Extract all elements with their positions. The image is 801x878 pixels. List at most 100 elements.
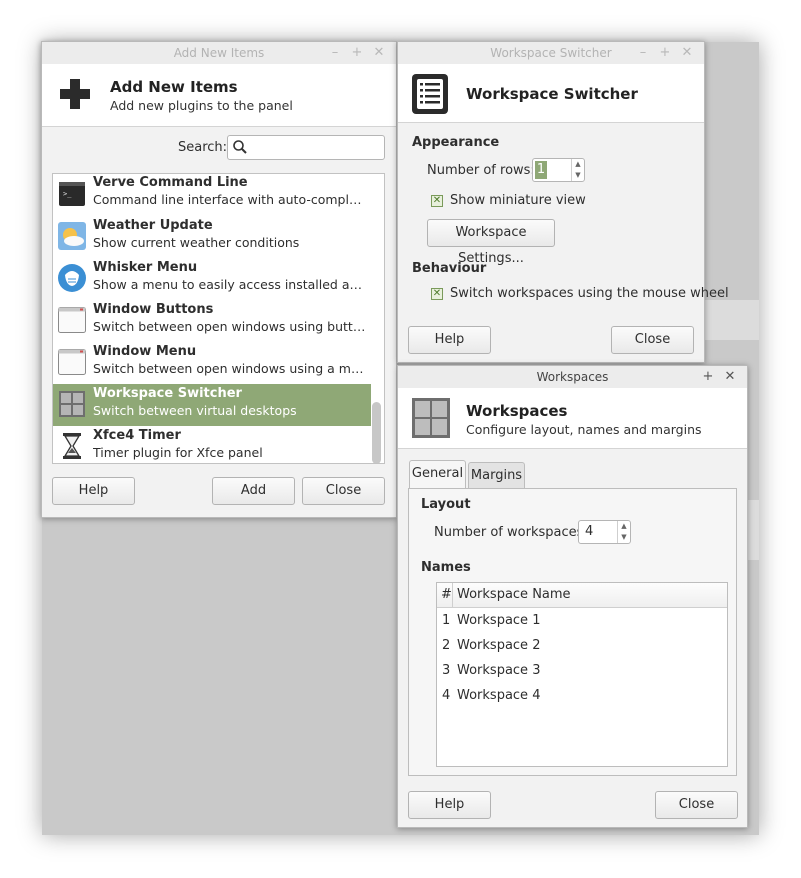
plugin-description: Command line interface with auto-complet… [93, 192, 369, 207]
rows-spin-arrows[interactable]: ▲ ▼ [571, 159, 584, 181]
workspace-switcher-icon [59, 391, 85, 417]
add-new-items-titlebar[interactable]: Add New Items – + ✕ [42, 42, 396, 65]
behaviour-heading: Behaviour [412, 261, 487, 276]
scroll-thumb[interactable] [372, 402, 381, 463]
workspace-names-table[interactable]: # Workspace Name 1 Workspace 1 2 Workspa… [436, 582, 728, 767]
add-plus-icon [60, 79, 90, 109]
mouse-wheel-checkbox[interactable]: ✕ [431, 288, 443, 300]
table-row[interactable]: 2 Workspace 2 [437, 634, 727, 659]
workspace-name[interactable]: Workspace 1 [457, 613, 540, 628]
plugin-name: Verve Command Line [93, 175, 248, 190]
workspace-count-spinner[interactable]: 4 ▲ ▼ [578, 520, 631, 544]
count-spin-arrows[interactable]: ▲ ▼ [617, 521, 630, 543]
workspaces-header-icon [412, 398, 450, 438]
whisker-menu-icon [58, 264, 86, 292]
miniature-view-checkbox[interactable]: ✕ [431, 195, 443, 207]
layout-heading: Layout [421, 497, 471, 512]
plugin-description: Show current weather conditions [93, 235, 300, 250]
background-window-strip [704, 300, 759, 340]
maximize-button[interactable]: + [654, 42, 676, 64]
table-header: # Workspace Name [437, 583, 727, 608]
plugin-item[interactable]: Weather Update Show current weather cond… [53, 216, 371, 258]
minimize-button[interactable]: – [632, 42, 654, 64]
help-button[interactable]: Help [408, 326, 491, 354]
plugin-item[interactable]: Whisker Menu Show a menu to easily acces… [53, 258, 371, 300]
plugin-name: Xfce4 Timer [93, 428, 181, 443]
column-separator [452, 583, 453, 607]
table-row[interactable]: 3 Workspace 3 [437, 659, 727, 684]
search-input[interactable] [227, 135, 385, 160]
help-button[interactable]: Help [408, 791, 491, 819]
weather-icon [58, 222, 86, 250]
plugin-item[interactable]: >_ Verve Command Line Command line inter… [53, 174, 371, 216]
row-number: 2 [442, 638, 451, 653]
plugin-description: Switch between virtual desktops [93, 403, 297, 418]
close-button[interactable]: Close [611, 326, 694, 354]
dialog-title: Add New Items [110, 78, 238, 96]
workspace-name[interactable]: Workspace 4 [457, 688, 540, 703]
search-label: Search: [178, 140, 228, 155]
workspace-count-label: Number of workspaces: [434, 525, 588, 540]
workspace-settings-button[interactable]: Workspace Settings... [427, 219, 555, 266]
tab-margins[interactable]: Margins [468, 462, 525, 488]
plugin-description: Switch between open windows using a menu [93, 361, 369, 376]
maximize-button[interactable]: + [346, 42, 368, 64]
column-header-name[interactable]: Workspace Name [457, 587, 571, 602]
add-button[interactable]: Add [212, 477, 295, 505]
row-number: 4 [442, 688, 451, 703]
plugin-item[interactable]: Xfce4 Timer Timer plugin for Xfce panel [53, 426, 371, 463]
window-title: Workspace Switcher [490, 46, 612, 60]
plugin-description: Show a menu to easily access installed a… [93, 277, 369, 292]
close-window-button[interactable]: ✕ [676, 42, 698, 64]
row-number: 1 [442, 613, 451, 628]
workspaces-titlebar[interactable]: Workspaces + ✕ [398, 366, 747, 389]
search-icon [233, 140, 247, 154]
dialog-subtitle: Add new plugins to the panel [110, 98, 293, 113]
plugin-description: Timer plugin for Xfce panel [93, 445, 263, 460]
workspace-name[interactable]: Workspace 3 [457, 663, 540, 678]
plugin-list-scrollbar[interactable] [371, 176, 382, 463]
minimize-button[interactable]: – [324, 42, 346, 64]
dialog-title: Workspaces [466, 402, 568, 420]
rows-label: Number of rows: [427, 163, 535, 178]
rows-spinner[interactable]: 1 ▲ ▼ [532, 158, 585, 182]
maximize-button[interactable]: + [697, 366, 719, 388]
plugin-item[interactable]: Window Menu Switch between open windows … [53, 342, 371, 384]
workspace-count-value: 4 [585, 524, 594, 539]
hourglass-icon [63, 433, 81, 459]
plugin-name: Window Menu [93, 344, 197, 359]
table-row[interactable]: 4 Workspace 4 [437, 684, 727, 709]
workspace-switcher-header-icon [412, 74, 448, 114]
close-button[interactable]: Close [655, 791, 738, 819]
rows-value: 1 [535, 161, 547, 179]
appearance-heading: Appearance [412, 135, 500, 150]
plugin-name: Workspace Switcher [93, 386, 242, 401]
names-heading: Names [421, 560, 471, 575]
column-header-number[interactable]: # [441, 587, 452, 602]
window-buttons-icon [58, 307, 86, 333]
close-window-button[interactable]: ✕ [719, 366, 741, 388]
plugin-item[interactable]: Window Buttons Switch between open windo… [53, 300, 371, 342]
dialog-header: Workspace Switcher [398, 64, 704, 123]
workspace-switcher-titlebar[interactable]: Workspace Switcher – + ✕ [398, 42, 704, 65]
tab-general[interactable]: General [409, 460, 466, 488]
plugin-name: Weather Update [93, 218, 213, 233]
row-number: 3 [442, 663, 451, 678]
plugin-description: Switch between open windows using button… [93, 319, 369, 334]
help-button[interactable]: Help [52, 477, 135, 505]
window-title: Workspaces [536, 370, 609, 384]
terminal-icon: >_ [59, 182, 85, 206]
miniature-view-label: Show miniature view [450, 193, 586, 208]
close-window-button[interactable]: ✕ [368, 42, 390, 64]
dialog-subtitle: Configure layout, names and margins [466, 422, 702, 437]
window-title: Add New Items [173, 46, 265, 60]
close-button[interactable]: Close [302, 477, 385, 505]
workspace-name[interactable]: Workspace 2 [457, 638, 540, 653]
table-row[interactable]: 1 Workspace 1 [437, 609, 727, 634]
dialog-title: Workspace Switcher [466, 85, 638, 103]
plugin-name: Whisker Menu [93, 260, 198, 275]
dialog-header: Workspaces Configure layout, names and m… [398, 388, 747, 449]
background-window-strip [748, 500, 759, 560]
plugin-list[interactable]: >_ Verve Command Line Command line inter… [52, 173, 385, 464]
plugin-item-selected[interactable]: Workspace Switcher Switch between virtua… [53, 384, 371, 426]
